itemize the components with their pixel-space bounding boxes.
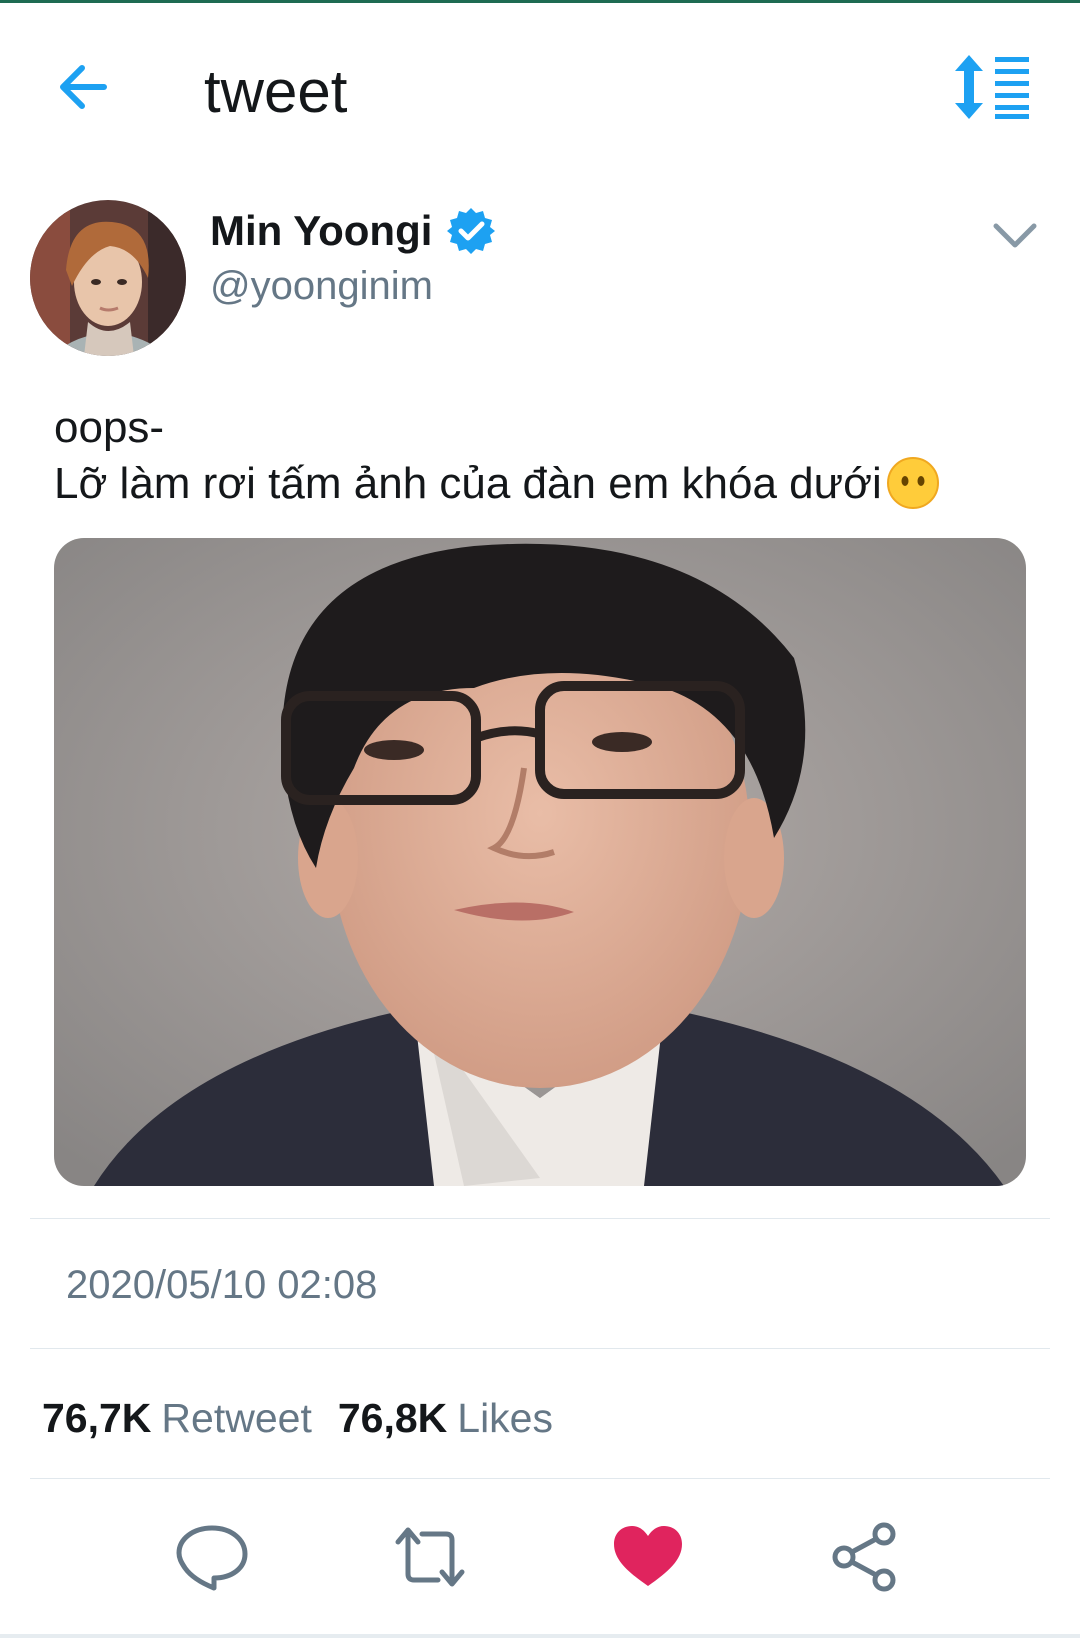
author-name-row[interactable]: Min Yoongi (210, 203, 496, 259)
tweet-photo-image (54, 538, 1026, 1186)
divider (30, 1348, 1050, 1349)
like-count: 76,8K (337, 1395, 448, 1441)
tweet-text-body: Lỡ làm rơi tấm ảnh của đàn em khóa dưới (54, 459, 882, 508)
reply-icon[interactable] (174, 1522, 250, 1592)
author-name[interactable]: Min Yoongi (210, 207, 432, 255)
verified-badge-icon (447, 208, 496, 254)
tweet-photo[interactable] (54, 538, 1026, 1186)
tweet-stats: 76,7K Retweet 76,8K Likes (42, 1395, 553, 1442)
like-label: Likes (457, 1395, 553, 1441)
tweet-text: oops- Lỡ làm rơi tấm ảnh của đàn em khóa… (54, 400, 1054, 512)
avatar-photo (30, 200, 186, 356)
tweet-text-line: Lỡ làm rơi tấm ảnh của đàn em khóa dưới (54, 456, 1054, 512)
chevron-down-icon[interactable] (990, 218, 1040, 254)
retweet-label: Retweet (161, 1395, 312, 1441)
likes-stat[interactable]: 76,8K Likes (338, 1395, 553, 1441)
app-header: tweet (0, 3, 1080, 153)
page-title: tweet (204, 58, 348, 125)
bottom-divider (0, 1634, 1080, 1638)
retweet-stat[interactable]: 76,7K Retweet (42, 1395, 312, 1441)
neutral-face-emoji-icon (886, 457, 939, 509)
divider (30, 1478, 1050, 1479)
sort-list-icon[interactable] (955, 55, 1035, 119)
author-handle[interactable]: @yoonginim (210, 264, 433, 309)
tweet-timestamp: 2020/05/10 02:08 (66, 1263, 378, 1307)
tweet-text-line: oops- (54, 403, 165, 452)
heart-icon[interactable] (610, 1522, 686, 1592)
divider (30, 1218, 1050, 1219)
retweet-count: 76,7K (42, 1395, 152, 1441)
share-icon[interactable] (828, 1522, 904, 1592)
retweet-icon[interactable] (392, 1522, 468, 1592)
arrow-left-icon[interactable] (52, 55, 116, 119)
avatar[interactable] (30, 200, 186, 356)
